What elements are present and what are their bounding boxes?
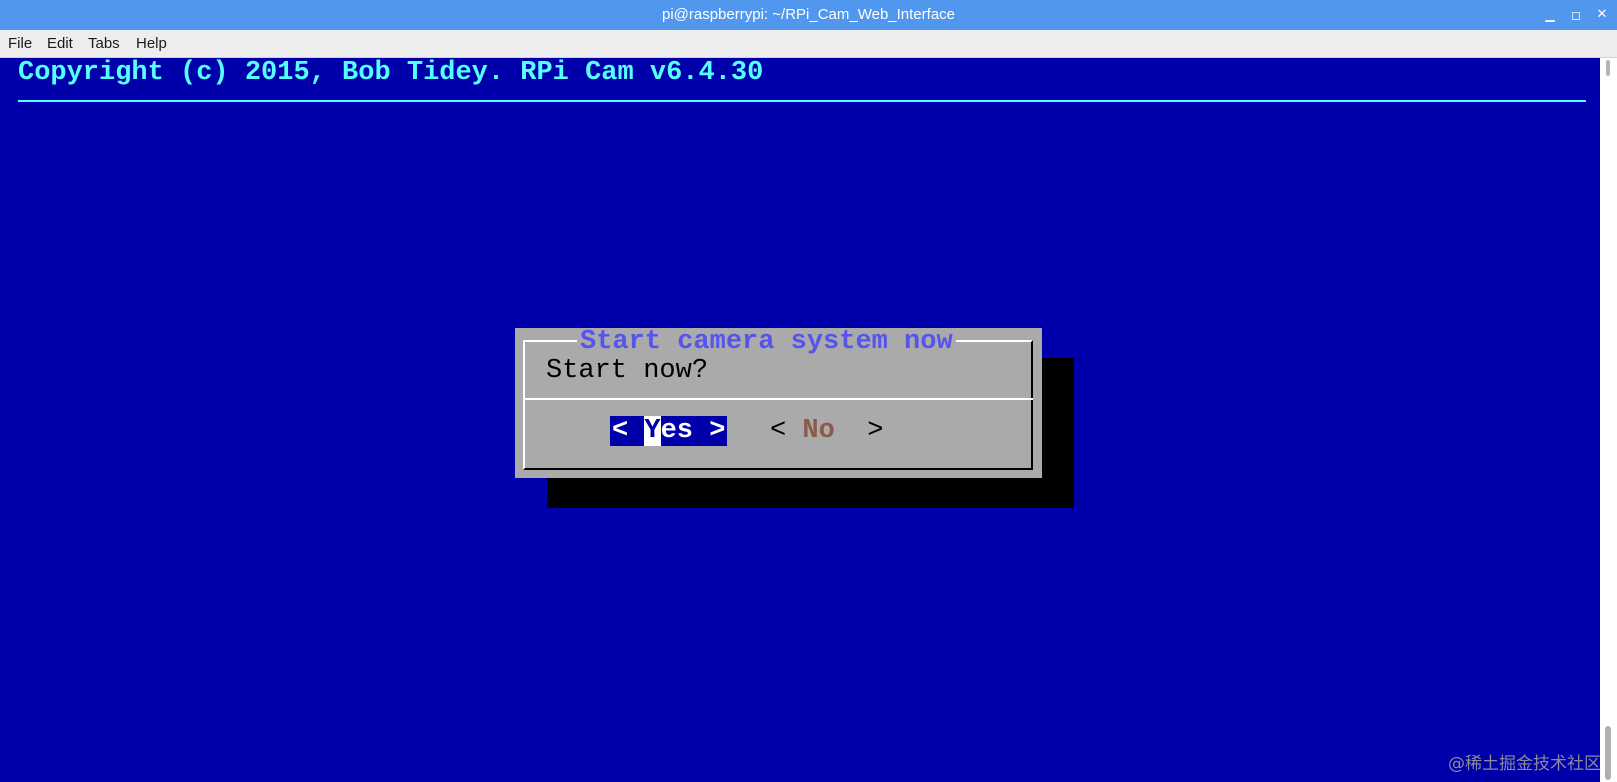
no-label: No — [802, 416, 835, 446]
yes-right-bracket: > — [693, 416, 726, 446]
minimize-icon: ▁ — [1545, 8, 1555, 22]
watermark: @稀土掘金技术社区 — [1448, 754, 1601, 774]
scrollbar-thumb[interactable] — [1605, 726, 1611, 780]
no-button[interactable]: < No > — [770, 416, 883, 446]
yes-hotkey: Y — [644, 416, 661, 446]
yes-button[interactable]: < Yes > — [610, 416, 728, 446]
dialog-prompt: Start now? — [546, 356, 709, 386]
yes-label: es — [660, 416, 694, 446]
close-button[interactable]: ✕ — [1590, 0, 1614, 30]
no-left-bracket: < — [770, 416, 803, 446]
minimize-button[interactable]: ▁ — [1538, 0, 1562, 30]
close-icon: ✕ — [1596, 7, 1608, 22]
confirm-dialog: Start camera system now Start now? < Yes… — [515, 328, 1042, 478]
maximize-button[interactable]: ◻ — [1564, 0, 1588, 30]
window-title: pi@raspberrypi: ~/RPi_Cam_Web_Interface — [662, 6, 955, 23]
scrollbar-top-grip[interactable] — [1606, 60, 1610, 76]
backtitle: Copyright (c) 2015, Bob Tidey. RPi Cam v… — [18, 58, 764, 88]
dialog-separator — [523, 398, 1033, 400]
yes-left-bracket: < — [612, 416, 645, 446]
no-right-bracket: > — [834, 416, 884, 446]
terminal-screen[interactable]: Copyright (c) 2015, Bob Tidey. RPi Cam v… — [0, 58, 1600, 782]
menu-tabs[interactable]: Tabs — [88, 30, 120, 58]
menu-edit[interactable]: Edit — [47, 30, 73, 58]
maximize-icon: ◻ — [1571, 8, 1581, 22]
backtitle-divider — [18, 100, 1586, 102]
menu-bar: File Edit Tabs Help — [0, 30, 1617, 58]
menu-file[interactable]: File — [8, 30, 32, 58]
dialog-title: Start camera system now — [577, 328, 956, 356]
menu-help[interactable]: Help — [136, 30, 167, 58]
terminal-scrollbar[interactable] — [1600, 58, 1617, 782]
window-titlebar: pi@raspberrypi: ~/RPi_Cam_Web_Interface … — [0, 0, 1617, 30]
